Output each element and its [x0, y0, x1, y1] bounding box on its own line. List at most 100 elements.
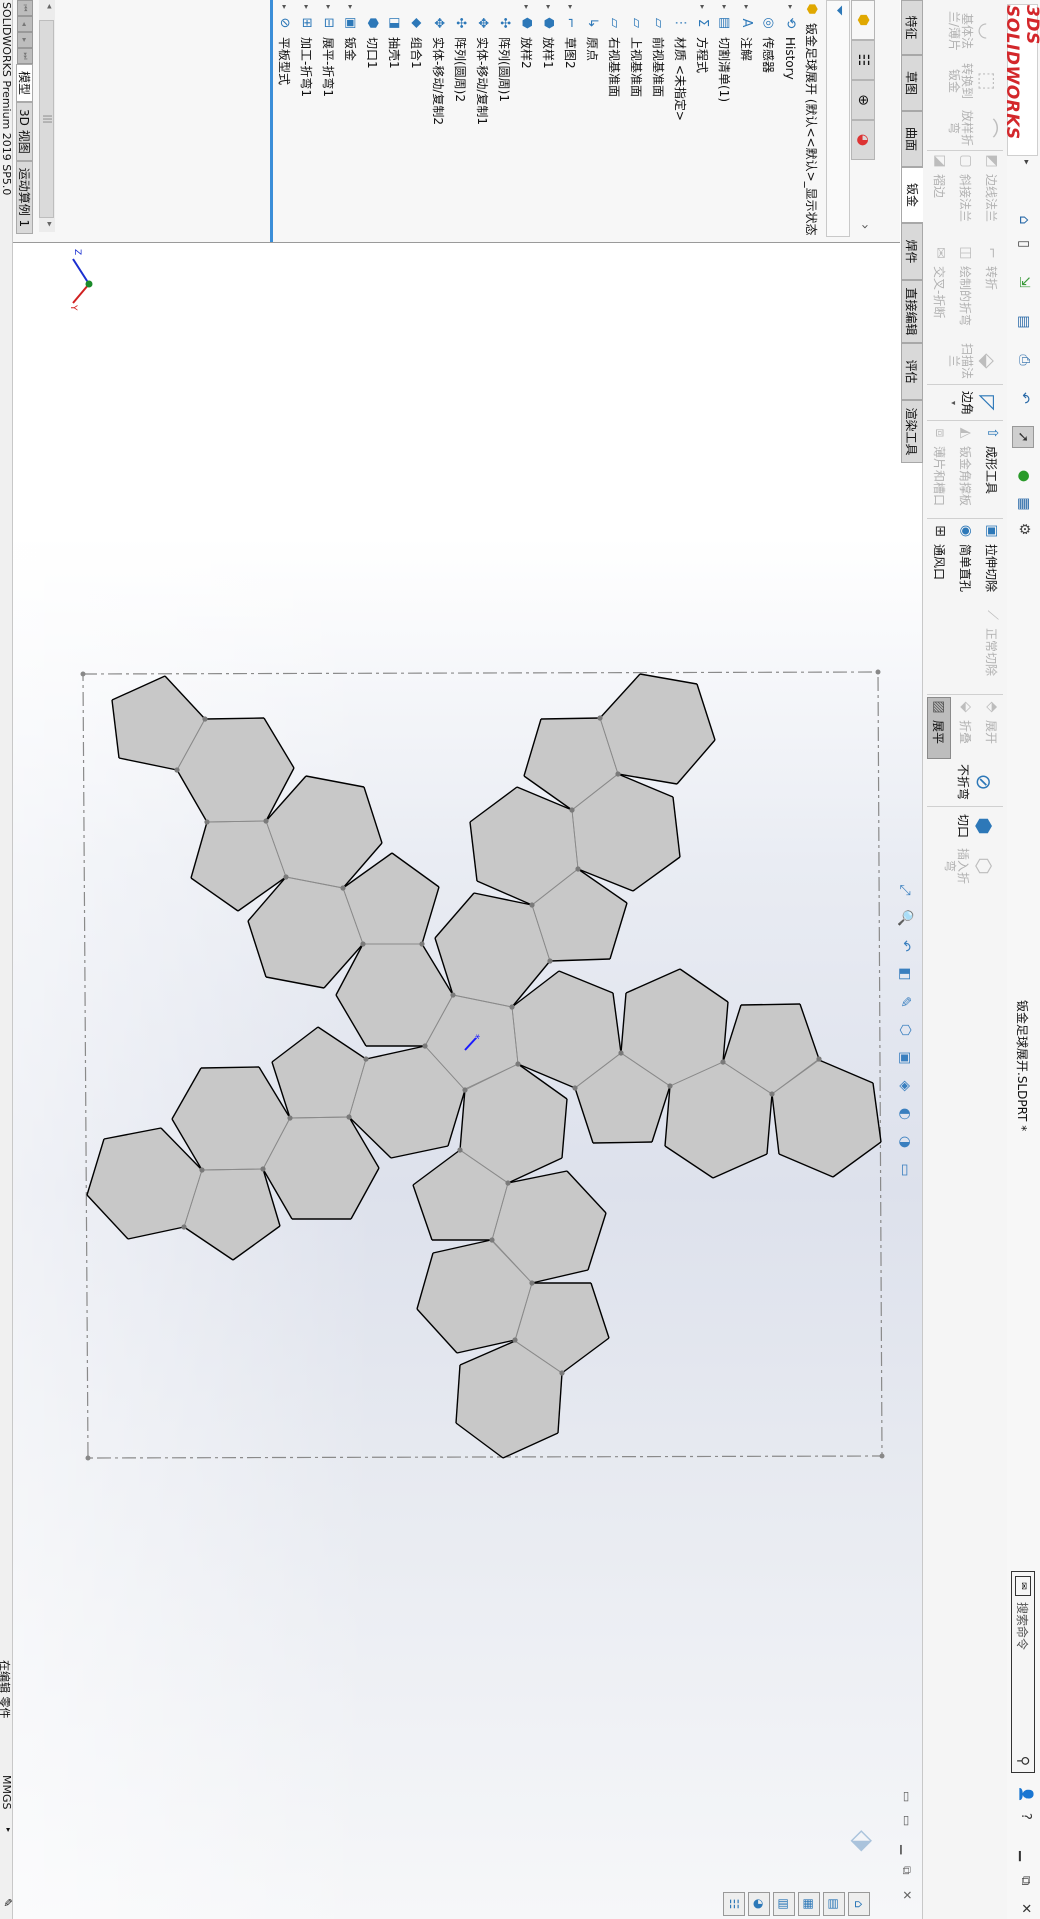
tree-item[interactable]: ↳ 原点	[582, 0, 603, 61]
sketched-bend-button[interactable]: ◫ 绘制的折弯	[957, 244, 975, 326]
last-tab-icon[interactable]: ⏭	[17, 48, 33, 64]
property-manager-tab-icon[interactable]: ☷	[851, 40, 875, 80]
solidworks-logo[interactable]: 3DS SOLIDWORKS	[1003, 4, 1040, 156]
customize-status-icon[interactable]: ✎	[1, 1898, 14, 1907]
tree-item[interactable]: ▸ ▤ 切割清单(1)	[714, 0, 735, 102]
tree-item[interactable]: ▸ ⬣ 放样2	[516, 0, 537, 69]
tree-item[interactable]: ▸ ⊟ 展平-折弯1	[318, 0, 339, 97]
swept-flange-button[interactable]: ⬙ 扫描法兰	[947, 340, 1001, 382]
tree-item[interactable]: ◨ 抽壳1	[384, 0, 405, 69]
rollback-bar[interactable]	[270, 0, 273, 242]
design-library-icon[interactable]: ▤	[823, 1892, 845, 1916]
tab-sheet-metal[interactable]: 钣金	[901, 167, 923, 223]
custom-properties-icon[interactable]: ☷	[723, 1892, 745, 1916]
first-tab-icon[interactable]: ⏮	[17, 0, 33, 16]
cross-break-button[interactable]: ✉ 交叉-折断	[931, 244, 949, 318]
doc-restore-down-icon[interactable]: ▭	[900, 1815, 914, 1826]
apply-scene-icon[interactable]: ◑	[897, 1132, 913, 1152]
view-cube-icon[interactable]: ⬗	[847, 1830, 880, 1852]
undo-icon[interactable]: ↶	[1014, 388, 1034, 408]
flat-pattern-view[interactable]: * Z Y	[0, 0, 1040, 1919]
vent-button[interactable]: ⊞ 通风口	[931, 522, 949, 580]
flatten-button[interactable]: ▨ 展平	[927, 697, 951, 759]
options-icon[interactable]: ⚙	[1014, 519, 1034, 539]
next-tab-icon[interactable]: ▸	[17, 32, 33, 48]
no-bends-button[interactable]: ⊘ 不折弯	[956, 762, 997, 802]
unfold-button[interactable]: ⬘ 展开	[983, 698, 1001, 744]
search-commands-box[interactable]: ✉ 搜索命令 ⚲	[1011, 1571, 1035, 1773]
tree-item[interactable]: ▸ ⟲ History	[780, 0, 801, 80]
zoom-to-area-icon[interactable]: 🔍	[897, 908, 913, 928]
tab-3d-views[interactable]: 3D 视图	[16, 102, 33, 161]
fold-button[interactable]: ⬙ 折叠	[957, 698, 975, 744]
save-icon[interactable]: ▤	[1014, 312, 1034, 332]
tab-motion-study[interactable]: 运动算例 1	[16, 160, 33, 235]
expand-arrow-icon[interactable]: ▸	[786, 0, 795, 14]
lofted-bend-button[interactable]: ⌒ 放样折弯	[947, 108, 1001, 148]
tab-evaluate[interactable]: 评估	[901, 343, 923, 400]
sheet-metal-gusset-button[interactable]: ◭ 钣金角撑板	[957, 424, 975, 506]
tree-item[interactable]: ▸ ⌐ 草图2	[560, 0, 581, 69]
tree-item[interactable]: ▱ 前视基准面	[648, 0, 669, 97]
net-hexagon-face[interactable]	[600, 674, 715, 784]
hem-button[interactable]: ◪ 褶边	[931, 152, 949, 198]
zoom-to-fit-icon[interactable]: ⤢	[897, 880, 913, 900]
tab-render-tools[interactable]: 渲染工具	[901, 400, 923, 463]
restore-icon[interactable]: ⧉	[1018, 1876, 1033, 1885]
rebuild-icon[interactable]: ●	[1014, 466, 1034, 486]
display-style-icon[interactable]: ▣	[897, 1048, 913, 1068]
tree-item[interactable]: ⬢ 切口1	[362, 0, 383, 68]
tree-item[interactable]: ✣ 阵列(圆周)2	[450, 0, 471, 102]
section-view-icon[interactable]: ◧	[897, 964, 913, 984]
tree-item[interactable]: ⋮ 材质 <未指定>	[670, 0, 691, 121]
scroll-left-icon[interactable]: ◂	[44, 4, 54, 9]
expand-arrow-icon[interactable]: ▸	[280, 0, 289, 14]
search-icon[interactable]: ⚲	[1015, 1756, 1031, 1766]
extruded-cut-button[interactable]: ▣ 拉伸切除	[983, 522, 1001, 592]
scrollbar-thumb[interactable]: |||	[39, 20, 54, 218]
tab-sketch[interactable]: 草图	[901, 55, 923, 111]
hide-show-items-icon[interactable]: ◈	[897, 1076, 913, 1096]
tab-direct-editing[interactable]: 直接编辑	[901, 280, 923, 343]
feature-manager-tab-icon[interactable]: ⬢	[851, 0, 875, 40]
expand-panel-icon[interactable]: ›	[857, 224, 872, 229]
new-document-icon[interactable]: ▯	[1014, 234, 1034, 254]
expand-arrow-icon[interactable]: ▸	[544, 0, 553, 14]
view-palette-icon[interactable]: ▥	[773, 1892, 795, 1916]
tab-features[interactable]: 特征	[901, 0, 923, 55]
doc-tile-icon[interactable]: ⧉	[899, 1866, 914, 1875]
expand-arrow-icon[interactable]: ▸	[522, 0, 531, 14]
user-icon[interactable]: 👤	[1018, 1786, 1033, 1802]
doc-minimize-icon[interactable]: ▁	[900, 1845, 914, 1854]
tab-weldments[interactable]: 焊件	[901, 223, 923, 280]
open-icon[interactable]: ⇲	[1014, 272, 1034, 292]
tree-item[interactable]: ✥ 实体-移动/复制1	[472, 0, 493, 125]
solidworks-resources-icon[interactable]: ⌂	[848, 1892, 870, 1916]
select-icon[interactable]: ➚	[1012, 426, 1034, 448]
insert-bends-button[interactable]: ⬡ 插入折弯	[943, 846, 997, 886]
expand-arrow-icon[interactable]: ▸	[302, 0, 311, 14]
home-icon[interactable]: ⌂	[1014, 210, 1034, 230]
expand-arrow-icon[interactable]: ▸	[346, 0, 355, 14]
doc-restore-up-icon[interactable]: ▭	[900, 1791, 914, 1802]
simple-hole-button[interactable]: ◉ 简单直孔	[957, 522, 975, 592]
tree-item[interactable]: ▸ A 注解	[736, 0, 757, 61]
search-input[interactable]: 搜索命令	[1015, 1602, 1032, 1756]
menu-expand-icon[interactable]: ▸	[1021, 160, 1031, 165]
view-settings-icon[interactable]: ▭	[897, 1160, 913, 1180]
units-selector[interactable]: MMGS	[0, 1775, 13, 1810]
tree-item[interactable]: ◎ 传感器	[758, 0, 779, 73]
horizontal-scrollbar[interactable]: ◂ ||| ▸	[39, 0, 55, 232]
tree-item[interactable]: ▸ ⊞ 加工-折弯1	[296, 0, 317, 97]
file-explorer-icon[interactable]: ▦	[798, 1892, 820, 1916]
tree-item[interactable]: ✣ 阵列(圆周)1	[494, 0, 515, 102]
tree-item[interactable]: ▸ ⬣ 放样1	[538, 0, 559, 69]
filter-icon[interactable]: ⏷	[831, 5, 847, 16]
expand-arrow-icon[interactable]: ▸	[742, 0, 751, 14]
help-icon[interactable]: ?	[1018, 1813, 1033, 1820]
tree-item[interactable]: ▸ Σ 方程式	[692, 0, 713, 73]
expand-arrow-icon[interactable]: ▸	[566, 0, 575, 14]
net-hexagon-face[interactable]	[435, 893, 550, 1007]
corners-button[interactable]: ◸ 边角 ▾	[947, 388, 1001, 418]
normal-cut-button[interactable]: ⟋ 正常切除	[983, 606, 1001, 676]
